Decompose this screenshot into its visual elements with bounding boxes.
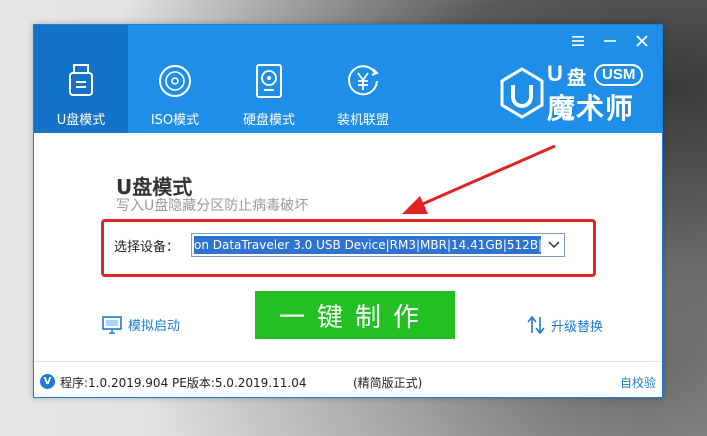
tab-label: U盘模式 [56, 113, 106, 128]
usm-logo: U 盘 USM 魔术师 [499, 61, 659, 125]
menu-button[interactable] [564, 31, 592, 51]
disc-icon [159, 65, 191, 97]
minimize-button[interactable] [596, 31, 624, 51]
logo-name: 魔术师 [547, 92, 635, 125]
usb-drive-icon [69, 64, 93, 96]
tab-union[interactable]: 装机联盟 [316, 25, 410, 133]
self-check-link[interactable]: 自校验 [620, 374, 656, 391]
version-badge: V [40, 374, 55, 389]
pe-version: PE版本:5.0.2019.11.04 [172, 376, 307, 390]
page-subtitle: 写入U盘隐藏分区防止病毒破坏 [116, 198, 309, 214]
upgrade-replace-button[interactable]: 升级替换 [527, 315, 603, 335]
logo-usm: USM [594, 64, 644, 86]
usm-window: U盘模式 ISO模式 硬盘模式 装机联盟 U 盘 USM 魔术师 U盘模式 写入… [33, 24, 663, 398]
tab-usb-mode[interactable]: U盘模式 [34, 25, 128, 133]
hard-disk-icon [256, 64, 282, 98]
tab-label: ISO模式 [150, 113, 200, 128]
device-select-label: 选择设备： [114, 240, 180, 255]
header-bar: U盘模式 ISO模式 硬盘模式 装机联盟 U 盘 USM 魔术师 [34, 25, 662, 133]
footer-status-bar: V 程序:1.0.2019.904 PE版本:5.0.2019.11.04 (精… [40, 373, 656, 393]
logo-u: U [547, 61, 563, 86]
device-select-value: on DataTraveler 3.0 USB Device|RM3|MBR|1… [194, 236, 541, 254]
tab-label: 装机联盟 [336, 113, 389, 128]
tab-iso-mode[interactable]: ISO模式 [128, 25, 222, 133]
tab-label: 硬盘模式 [242, 113, 295, 128]
program-version: 程序:1.0.2019.904 [60, 376, 169, 390]
device-select[interactable]: on DataTraveler 3.0 USB Device|RM3|MBR|1… [191, 233, 565, 257]
yen-coin-icon [348, 65, 379, 96]
logo-mark-icon [500, 67, 544, 119]
footer-divider [34, 361, 662, 362]
simulate-boot-button[interactable]: 模拟启动 [102, 315, 180, 334]
minimize-icon [604, 40, 616, 42]
tab-hdd-mode[interactable]: 硬盘模式 [222, 25, 316, 133]
close-button[interactable] [628, 31, 656, 51]
window-controls [564, 31, 656, 51]
upgrade-replace-label: 升级替换 [551, 319, 604, 335]
menu-icon [572, 36, 584, 46]
chevron-down-icon [548, 241, 560, 249]
logo-pan: 盘 [567, 67, 587, 89]
simulate-boot-label: 模拟启动 [128, 319, 181, 334]
edition-label: (精简版正式) [353, 376, 423, 390]
one-click-make-button[interactable]: 一键制作 [255, 291, 455, 339]
up-down-arrows-icon [527, 315, 545, 335]
close-icon [636, 35, 648, 47]
monitor-icon [102, 315, 122, 334]
dropdown-arrow[interactable] [544, 234, 564, 256]
